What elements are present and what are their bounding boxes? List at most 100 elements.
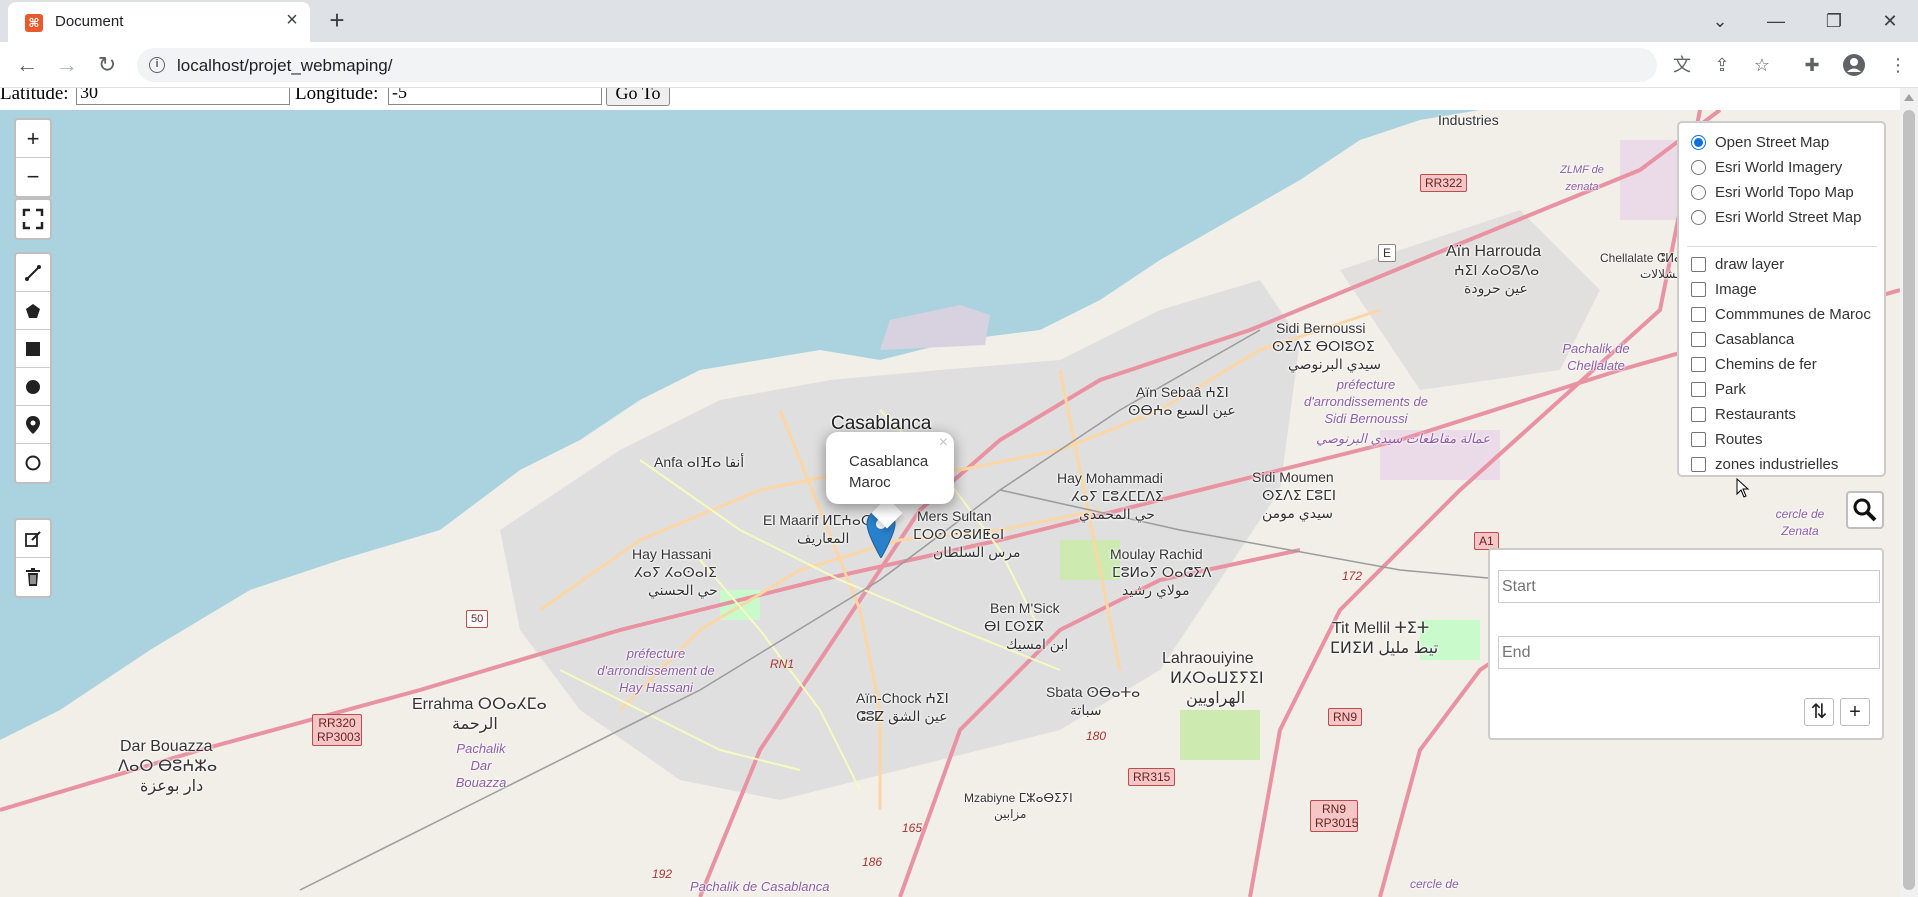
draw-marker-icon[interactable] [16,406,50,444]
forward-icon[interactable]: → [52,50,82,80]
map-label-dar-bouazza: Dar Bouazza [120,738,213,755]
profile-icon[interactable] [1840,51,1868,79]
checkbox[interactable] [1691,457,1706,472]
map-label-prefecture-hay-hassani: préfecture d'arrondissement de Hay Hassa… [597,646,715,695]
map-label-sidi-bernoussi-tif: ⵙⵉⴷⵉ ⴱⵔⵏⵓⵙⵉ [1272,338,1375,354]
map-label-ain-chock: Aïn-Chock ⵄⵉⵏ [856,690,949,706]
road-shield: 165 [902,821,923,835]
routing-panel: ⇅ + [1488,548,1884,740]
restore-icon[interactable]: ❐ [1814,4,1854,38]
radio-button[interactable] [1691,185,1706,200]
radio-button[interactable] [1691,210,1706,225]
map-label-ain-harrouda-ar: عين حرودة [1464,280,1528,296]
page-scrollbar[interactable] [1900,88,1918,897]
delete-layers-icon[interactable] [16,558,50,596]
info-icon[interactable]: i [149,57,165,73]
checkbox[interactable] [1691,382,1706,397]
page-content: Latitude: Longitude: Go To [0,88,1900,897]
add-waypoint-button[interactable]: + [1840,698,1870,726]
search-icon [1853,498,1877,522]
map-label-el-maarif-ar: المعاريف [797,530,850,546]
zoom-in-button[interactable]: + [16,120,50,158]
map-label-moulay-rachid: Moulay Rachid [1110,546,1203,562]
translate-icon[interactable]: 文 [1668,51,1696,79]
menu-icon[interactable]: ⋮ [1884,51,1912,79]
map-label-pachalik-casablanca: Pachalik de Casablanca [690,879,830,894]
map-label-cercle: cercle de [1410,877,1459,891]
latitude-input[interactable] [76,88,290,105]
start-input[interactable] [1498,570,1880,603]
map-label-mers-sultan: Mers Sultan [917,508,992,524]
draw-polygon-icon[interactable] [16,292,50,330]
checkbox[interactable] [1691,282,1706,297]
fullscreen-control [14,198,52,240]
map-label-pachalik-chellalate: Pachalik de Chellalate [1562,341,1630,373]
radio-button[interactable] [1691,160,1706,175]
close-window-icon[interactable]: ✕ [1870,4,1910,38]
map-label-hay-mohammadi: Hay Mohammadi [1057,470,1163,486]
map-label-moulay-rachid-ar: مولاي رشيد [1122,582,1190,598]
reload-icon[interactable]: ↻ [92,50,122,80]
zoom-out-button[interactable]: − [16,158,50,196]
map-label-dar-bouazza-ar: دار بوعزة [140,778,204,795]
map-tiles [0,110,1900,897]
scroll-up-arrow-icon[interactable] [1904,94,1914,101]
draw-circle-icon[interactable] [16,368,50,406]
browser-tab[interactable]: ⌘ Document × [8,2,310,42]
draw-rectangle-icon[interactable] [16,330,50,368]
edit-layers-icon[interactable] [16,520,50,558]
star-icon[interactable]: ☆ [1748,51,1776,79]
checkbox[interactable] [1691,307,1706,322]
popup-text-line1: Casablanca [849,453,929,470]
reverse-waypoints-button[interactable]: ⇅ [1804,698,1834,726]
popup-close-icon[interactable]: × [939,434,948,452]
tab-close-icon[interactable]: × [280,8,304,32]
map-label-lahraouiyine-tif: ⵍⵃⵔⴰⵡⵉⵢⵉⵏ [1170,670,1264,687]
favicon-icon: ⌘ [25,14,43,32]
road-shield: 192 [652,867,673,881]
goto-button[interactable]: Go To [606,88,670,106]
new-tab-plus-icon[interactable]: + [322,6,352,36]
address-bar[interactable]: i localhost/projet_webmaping/ [137,48,1657,82]
radio-button[interactable] [1691,135,1706,150]
checkbox[interactable] [1691,357,1706,372]
extensions-icon[interactable]: ✚ [1798,51,1826,79]
checkbox[interactable] [1691,407,1706,422]
route-search-button[interactable] [1846,491,1884,529]
tab-strip: ⌘ Document × + ⌄ — ❐ ✕ [0,0,1918,42]
tab-title: Document [55,13,124,30]
map-label-cercle-zenata: cercle de Zenata [1775,507,1825,538]
map-label-hay-hassani: Hay Hassani [632,546,712,562]
draw-circlemarker-icon[interactable] [16,444,50,482]
map-label-lahraouiyine-ar: الهراويين [1186,690,1246,707]
back-icon[interactable]: ← [12,50,42,80]
fullscreen-icon[interactable] [16,200,50,238]
map-label-industries: Industries [1438,112,1499,128]
share-icon[interactable]: ⇪ [1708,51,1736,79]
map-label-sidi-moumen-tif: ⵙⵉⴷⵉ ⵎⵓⵎⵏ [1262,487,1336,503]
map-label-ben-msick-ar: ابن امسيك [1006,636,1069,652]
checkbox[interactable] [1691,432,1706,447]
map-label-sbata-ar: سباتة [1070,702,1102,718]
minimize-icon[interactable]: — [1756,4,1796,38]
road-shield: 180 [1086,729,1107,743]
map[interactable]: Industries Casablanca Anfa ⴰⵏⴼⴰ أنفا El … [0,110,1900,897]
checkbox[interactable] [1691,332,1706,347]
map-label-errahma: Errahma ⵔⵔⴰⵃⵎⴰ [412,696,547,713]
draw-polyline-icon[interactable] [16,254,50,292]
scroll-thumb[interactable] [1903,110,1915,890]
map-label-hay-hassani-ar: حي الحسني [648,582,718,598]
url-text[interactable]: localhost/projet_webmaping/ [177,56,392,76]
map-label-ben-msick-tif: ⴱⵏ ⵎⵙⵉⴽ [984,618,1044,634]
map-label-mzabiyne-ar: مزابين [994,807,1027,821]
map-label-errahma-ar: الرحمة [452,716,498,733]
end-input[interactable] [1498,636,1880,669]
road-shield: RN9 [1328,708,1363,726]
checkbox[interactable] [1691,257,1706,272]
road-shield: 172 [1342,569,1363,583]
map-label-sidi-bernoussi-ar: سيدي البرنوصي [1288,356,1381,372]
map-label-ain-sebaa: Aïn Sebaâ ⵄⵉⵏ [1136,384,1229,400]
map-label-hay-mohammadi-ar: حي المحمدي [1079,506,1155,522]
chevron-down-icon[interactable]: ⌄ [1700,4,1740,38]
longitude-input[interactable] [388,88,602,105]
